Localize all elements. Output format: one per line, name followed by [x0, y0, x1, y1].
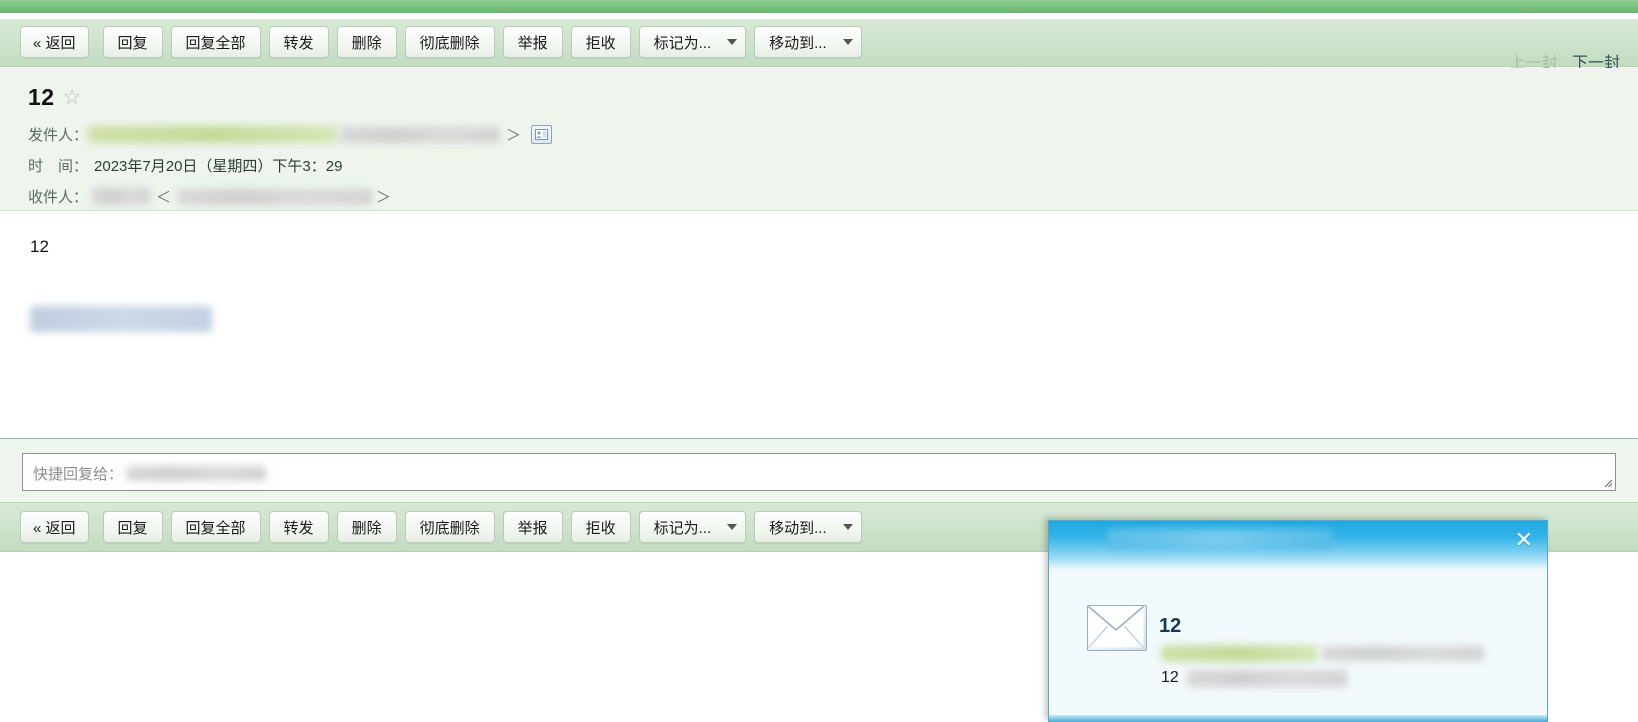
- quick-reply-input[interactable]: 快捷回复给：: [22, 453, 1616, 491]
- reject-button-bottom-label: 拒收: [585, 519, 616, 537]
- date-row: 时 间： 2023年7月20日（星期四）下午3：29: [28, 155, 342, 176]
- signature-block: [30, 306, 212, 332]
- chevron-down-icon: [842, 39, 853, 45]
- sender-label: 发件人：: [28, 127, 89, 144]
- reply-button-bottom-label: 回复: [117, 519, 148, 537]
- reject-button-label: 拒收: [585, 34, 616, 52]
- permanent-delete-button[interactable]: 彻底删除: [404, 26, 495, 58]
- sender-name-redacted: [88, 126, 339, 143]
- reply-all-button[interactable]: 回复全部: [170, 26, 261, 58]
- move-to-dropdown[interactable]: 移动到...: [754, 26, 862, 58]
- recipient-address-redacted: [177, 188, 373, 205]
- popup-preview-row: 12: [1161, 669, 1347, 687]
- popup-titlebar: ✕: [1049, 521, 1547, 569]
- envelope-icon: [1087, 605, 1147, 651]
- quick-reply-placeholder-label: 快捷回复给：: [33, 466, 124, 483]
- add-contact-icon[interactable]: [531, 125, 553, 144]
- popup-sender-row: [1161, 645, 1484, 662]
- quick-reply-placeholder: 快捷回复给：: [33, 463, 267, 484]
- back-button-bottom-label: « 返回: [33, 519, 76, 537]
- subject-row: 12 ☆: [28, 84, 81, 111]
- chevron-down-icon: [842, 524, 853, 530]
- move-to-dropdown-bottom-label: 移动到...: [769, 519, 827, 537]
- reply-button-bottom[interactable]: 回复: [102, 511, 163, 543]
- quick-reply-zone: 快捷回复给：: [0, 438, 1638, 502]
- permanent-delete-button-bottom[interactable]: 彻底删除: [404, 511, 495, 543]
- reply-all-button-label: 回复全部: [185, 34, 246, 52]
- popup-sender-name-redacted: [1161, 645, 1318, 662]
- resize-handle-icon[interactable]: [1602, 477, 1613, 488]
- mail-header: 12 ☆ 发件人： ＞ 时 间： 2023年7月20日（星期四）下午3：29 收…: [0, 68, 1638, 254]
- delete-button-label: 删除: [351, 34, 382, 52]
- reply-all-button-bottom-label: 回复全部: [185, 519, 246, 537]
- recipient-angle-open: ＜: [156, 189, 172, 206]
- report-button-bottom-label: 举报: [517, 519, 548, 537]
- reply-button[interactable]: 回复: [102, 26, 163, 58]
- back-button[interactable]: « 返回: [20, 26, 89, 58]
- report-button-bottom[interactable]: 举报: [502, 511, 563, 543]
- back-button-label: « 返回: [33, 34, 76, 52]
- new-mail-notification-popup: ✕ 12 12: [1048, 520, 1548, 722]
- popup-preview-text: 12: [1161, 669, 1179, 686]
- chevron-down-icon: [727, 39, 738, 45]
- move-to-dropdown-label: 移动到...: [769, 34, 827, 52]
- mark-as-dropdown-bottom[interactable]: 标记为...: [638, 511, 747, 543]
- popup-account-redacted: [1107, 529, 1332, 549]
- recipient-label: 收件人：: [28, 189, 89, 206]
- permanent-delete-button-label: 彻底删除: [419, 34, 480, 52]
- report-button-label: 举报: [517, 34, 548, 52]
- sender-address-redacted: [340, 126, 501, 143]
- bottom-toolbar-buttons: « 返回 回复 回复全部 转发 删除 彻底删除 举报 拒收 标记为... 移动到…: [20, 511, 870, 543]
- date-value: 2023年7月20日（星期四）下午3：29: [94, 158, 343, 175]
- date-label: 时 间：: [28, 158, 89, 175]
- top-toolbar-buttons: « 返回 回复 回复全部 转发 删除 彻底删除 举报 拒收 标记为... 移动到…: [20, 26, 870, 58]
- sender-row: 发件人： ＞: [28, 124, 553, 145]
- move-to-dropdown-bottom[interactable]: 移动到...: [754, 511, 862, 543]
- recipient-row: 收件人： ＜ ＞: [28, 186, 391, 207]
- mail-body: 12: [0, 211, 1638, 438]
- quick-reply-recipient-redacted: [126, 466, 267, 481]
- recipient-angle-close: ＞: [376, 189, 392, 206]
- reject-button[interactable]: 拒收: [570, 26, 631, 58]
- delete-button[interactable]: 删除: [336, 26, 397, 58]
- back-button-bottom[interactable]: « 返回: [20, 511, 89, 543]
- mail-body-text: 12: [30, 237, 49, 256]
- forward-button-label: 转发: [283, 34, 314, 52]
- popup-preview-redacted: [1186, 669, 1347, 687]
- close-icon[interactable]: ✕: [1515, 529, 1533, 551]
- recipient-name-redacted: [92, 188, 151, 205]
- forward-button[interactable]: 转发: [268, 26, 329, 58]
- mark-as-dropdown-bottom-label: 标记为...: [653, 519, 712, 537]
- popup-body: 12 12: [1049, 569, 1547, 687]
- mail-signature-redacted: [30, 306, 212, 332]
- star-icon[interactable]: ☆: [63, 87, 82, 108]
- delete-button-bottom-label: 删除: [351, 519, 382, 537]
- sender-angle-bracket: ＞: [506, 127, 522, 144]
- popup-sender-address-redacted: [1322, 646, 1484, 661]
- delete-button-bottom[interactable]: 删除: [336, 511, 397, 543]
- top-green-band: [0, 0, 1638, 13]
- popup-footer-line: [1049, 715, 1547, 721]
- reply-all-button-bottom[interactable]: 回复全部: [170, 511, 261, 543]
- popup-subject[interactable]: 12: [1159, 615, 1181, 638]
- mark-as-dropdown-label: 标记为...: [653, 34, 712, 52]
- report-button[interactable]: 举报: [502, 26, 563, 58]
- reject-button-bottom[interactable]: 拒收: [570, 511, 631, 543]
- mark-as-dropdown[interactable]: 标记为...: [638, 26, 747, 58]
- forward-button-bottom-label: 转发: [283, 519, 314, 537]
- mail-reading-page: « 返回 回复 回复全部 转发 删除 彻底删除 举报 拒收 标记为... 移动到…: [0, 0, 1638, 722]
- chevron-down-icon: [727, 524, 738, 530]
- page-title: 12: [28, 84, 55, 110]
- reply-button-label: 回复: [117, 34, 148, 52]
- top-toolbar: « 返回 回复 回复全部 转发 删除 彻底删除 举报 拒收 标记为... 移动到…: [0, 19, 1638, 72]
- forward-button-bottom[interactable]: 转发: [268, 511, 329, 543]
- permanent-delete-button-bottom-label: 彻底删除: [419, 519, 480, 537]
